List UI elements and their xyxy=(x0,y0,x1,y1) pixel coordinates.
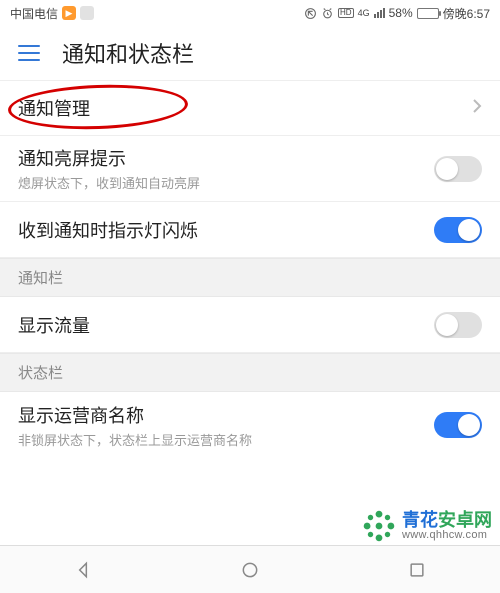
row-led-blink[interactable]: 收到通知时指示灯闪烁 xyxy=(0,202,500,258)
page-header: 通知和状态栏 xyxy=(0,26,500,80)
toggle-show-traffic[interactable] xyxy=(434,312,482,338)
watermark-logo-icon xyxy=(362,509,396,543)
volte-icon: HD xyxy=(338,8,354,18)
row-subtitle: 非锁屏状态下，状态栏上显示运营商名称 xyxy=(18,430,252,449)
row-title: 通知管理 xyxy=(18,95,90,121)
settings-list: 通知管理 通知亮屏提示 熄屏状态下，收到通知自动亮屏 收到通知时指示灯闪烁 通知… xyxy=(0,80,500,458)
alarm-icon xyxy=(321,7,334,20)
row-notification-management[interactable]: 通知管理 xyxy=(0,80,500,136)
chevron-right-icon xyxy=(472,98,482,119)
menu-button[interactable] xyxy=(18,45,40,61)
row-title: 显示运营商名称 xyxy=(18,402,252,428)
network-type-label: 4G xyxy=(358,8,370,18)
battery-icon xyxy=(417,8,439,19)
section-status-bar: 状态栏 xyxy=(0,353,500,392)
page-title: 通知和状态栏 xyxy=(62,37,194,69)
row-title: 收到通知时指示灯闪烁 xyxy=(18,217,198,243)
toggle-show-carrier-name[interactable] xyxy=(434,412,482,438)
row-subtitle: 熄屏状态下，收到通知自动亮屏 xyxy=(18,173,200,192)
watermark-url: www.qhhcw.com xyxy=(402,530,487,542)
carrier-label: 中国电信 xyxy=(10,5,58,22)
notification-badge-icon xyxy=(80,6,94,20)
row-show-traffic[interactable]: 显示流量 xyxy=(0,297,500,353)
nfc-icon xyxy=(304,7,317,20)
toggle-led-blink[interactable] xyxy=(434,217,482,243)
battery-pct-label: 58% xyxy=(389,6,413,20)
nav-home-button[interactable] xyxy=(220,552,280,588)
nav-back-button[interactable] xyxy=(53,552,113,588)
toggle-brighten-on-notification[interactable] xyxy=(434,156,482,182)
nav-recent-button[interactable] xyxy=(387,552,447,588)
row-title: 通知亮屏提示 xyxy=(18,145,200,171)
row-brighten-on-notification[interactable]: 通知亮屏提示 熄屏状态下，收到通知自动亮屏 xyxy=(0,136,500,202)
row-title: 显示流量 xyxy=(18,312,90,338)
system-nav-bar xyxy=(0,545,500,593)
watermark: 青花安卓网 www.qhhcw.com xyxy=(362,509,492,543)
row-show-carrier-name[interactable]: 显示运营商名称 非锁屏状态下，状态栏上显示运营商名称 xyxy=(0,392,500,458)
app-badge-icon: ▶ xyxy=(62,6,76,20)
clock-label: 傍晚6:57 xyxy=(443,5,490,22)
system-status-bar: 中国电信 ▶ HD 4G 58% 傍晚6:57 xyxy=(0,0,500,26)
section-notification-bar: 通知栏 xyxy=(0,258,500,297)
watermark-brand: 青花安卓网 xyxy=(402,511,492,530)
signal-icon xyxy=(374,8,385,18)
